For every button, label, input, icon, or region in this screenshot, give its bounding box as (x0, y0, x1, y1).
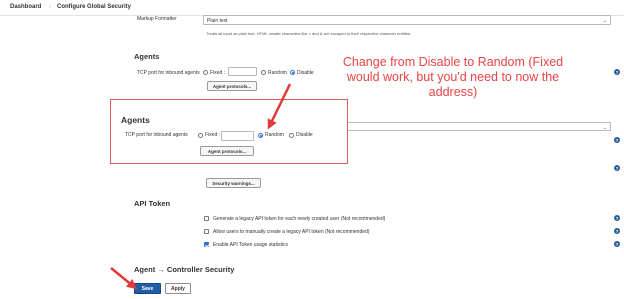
agent-protocols-button[interactable]: Agent protocols... (207, 81, 257, 91)
annotation-text: Change from Disable to Random (Fixed wou… (342, 55, 564, 99)
help-icon[interactable]: ? (614, 241, 620, 247)
legacy-token-generate-checkbox[interactable] (204, 216, 209, 221)
chevron-down-icon: ⌄ (602, 18, 607, 24)
help-icon[interactable]: ? (614, 215, 620, 221)
agents-fixed-label: Fixed : (210, 70, 226, 76)
callout-fixed-port-input[interactable] (221, 131, 254, 141)
markup-formatter-label: Markup Formatter (137, 16, 177, 22)
api-token-section-title: API Token (134, 199, 171, 208)
legacy-token-manual-label: Allow users to manually create a legacy … (213, 229, 370, 235)
help-icon[interactable]: ? (614, 165, 620, 171)
callout-random-radio[interactable] (258, 133, 263, 138)
callout-agents-title: Agents (121, 115, 150, 125)
legacy-token-manual-checkbox[interactable] (204, 229, 209, 234)
agents-fixed-port-input[interactable] (228, 67, 257, 76)
chevron-down-icon: ⌄ (602, 125, 607, 131)
apply-button[interactable]: Apply (165, 283, 191, 294)
save-button[interactable]: Save (134, 283, 161, 294)
help-icon[interactable]: ? (614, 69, 620, 75)
markup-formatter-hint: Treats all input as plain text. HTML uns… (206, 31, 412, 36)
help-icon[interactable]: ? (614, 228, 620, 234)
callout-random-label: Random (265, 132, 284, 138)
breadcrumb-dashboard[interactable]: Dashboard (10, 4, 41, 10)
callout-fixed-label: Fixed : (205, 132, 221, 138)
token-usage-stats-label: Enable API Token usage statistics (213, 242, 288, 248)
breadcrumb-separator: › (49, 4, 51, 10)
callout-fixed-radio[interactable] (198, 133, 203, 138)
select-behind-callout[interactable]: ⌄ (348, 122, 611, 131)
agents-fixed-radio[interactable] (203, 70, 208, 75)
callout-disable-label: Disable (296, 132, 313, 138)
agents-port-label: TCP port for inbound agents (137, 70, 200, 76)
breadcrumb: Dashboard › Configure Global Security (0, 0, 624, 16)
breadcrumb-configure-global-security[interactable]: Configure Global Security (57, 4, 131, 10)
agents-section-title: Agents (134, 52, 160, 61)
callout-agent-protocols-button[interactable]: Agent protocols... (200, 146, 254, 156)
callout-port-label: TCP port for inbound agents (125, 132, 188, 138)
help-icon[interactable]: ? (614, 137, 620, 143)
agents-random-label: Random (268, 70, 287, 76)
security-warnings-button[interactable]: Security warnings... (206, 178, 261, 188)
agent-controller-security-title: Agent → Controller Security (134, 265, 235, 274)
callout-disable-radio[interactable] (289, 133, 294, 138)
agents-disable-radio[interactable] (290, 70, 295, 75)
token-usage-stats-checkbox[interactable] (204, 242, 209, 247)
legacy-token-generate-label: Generate a legacy API token for each new… (213, 216, 386, 222)
side-gutter (0, 16, 126, 299)
markup-formatter-select[interactable]: Plain text ⌄ (203, 15, 611, 25)
agents-random-radio[interactable] (261, 70, 266, 75)
agents-disable-label: Disable (297, 70, 314, 76)
markup-formatter-value: Plain text (207, 18, 228, 24)
